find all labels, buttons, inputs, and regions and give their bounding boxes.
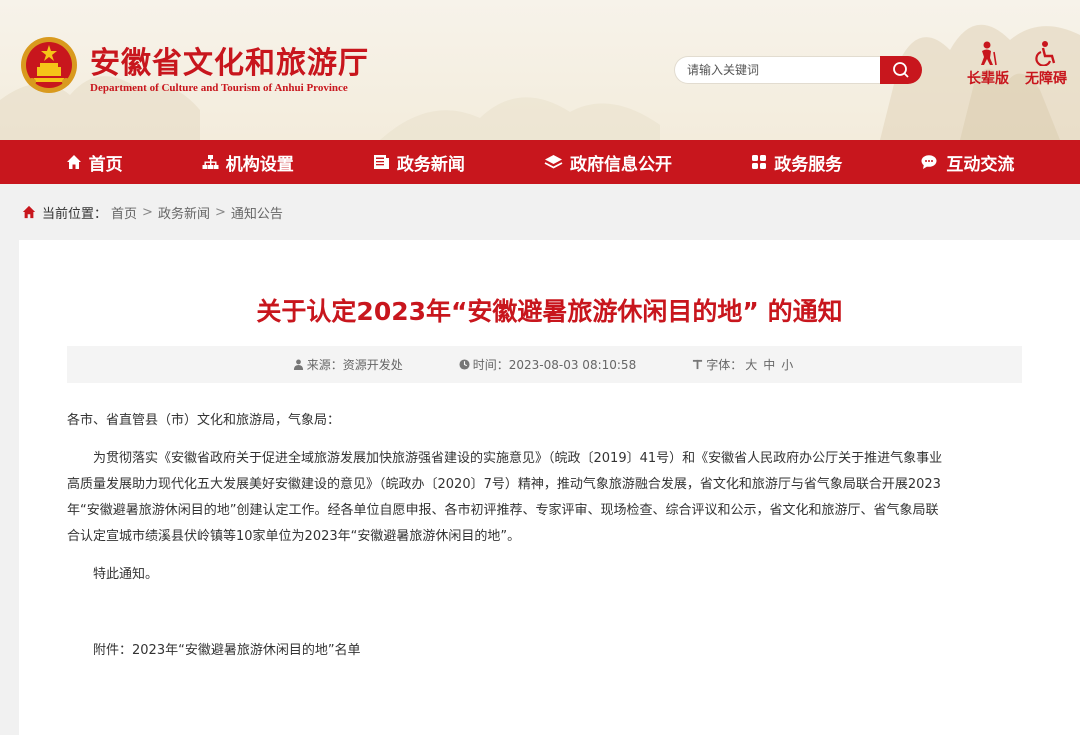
grid-icon — [752, 155, 767, 169]
main-nav: 首页 机构设置 政务新闻 政府信息公开 政务服务 互动交流 — [0, 140, 1080, 184]
body-line: 合认定宣城市绩溪县伏岭镇等10家单位为2023年“安徽避暑旅游休闲目的地”。 — [67, 529, 521, 544]
nav-label: 政务服务 — [774, 154, 843, 175]
nav-item-home[interactable]: 首页 — [66, 150, 123, 175]
home-icon — [22, 205, 36, 219]
article-body: 各市、省直管县（市）文化和旅游局，气象局： 为贯彻落实《安徽省政府关于促进全域旅… — [67, 408, 1027, 664]
meta-time: 时间：2023-08-03 08:10:58 — [459, 356, 636, 373]
breadcrumb: 当前位置： 首页 > 政务新闻 > 通知公告 — [22, 202, 283, 222]
breadcrumb-notices[interactable]: 通知公告 — [231, 203, 283, 222]
search-box — [674, 56, 922, 84]
article-card: 关于认定2023年“安徽避暑旅游休闲目的地” 的通知 来源：资源开发处 时间：2… — [19, 240, 1080, 735]
font-size-large[interactable]: 大 — [745, 356, 757, 373]
nav-item-news[interactable]: 政务新闻 — [373, 150, 465, 175]
accessibility-label: 无障碍 — [1025, 71, 1067, 87]
breadcrumb-lead: 当前位置： — [42, 206, 108, 222]
nav-item-interaction[interactable]: 互动交流 — [921, 150, 1014, 175]
closing-text: 特此通知。 — [93, 567, 159, 582]
body-line: 为贯彻落实《安徽省政府关于促进全域旅游发展加快旅游强省建设的实施意见》（皖政〔2… — [93, 451, 943, 466]
search-button[interactable] — [880, 56, 922, 84]
nav-label: 政务新闻 — [396, 154, 465, 175]
user-icon — [293, 359, 303, 370]
elder-mode-label: 长辈版 — [967, 71, 1009, 87]
layers-icon — [544, 155, 563, 169]
text-size-icon — [693, 359, 703, 370]
elder-icon — [981, 41, 997, 66]
font-size-medium[interactable]: 中 — [763, 356, 775, 373]
article-meta: 来源：资源开发处 时间：2023-08-03 08:10:58 字体： 大 中 … — [67, 346, 1022, 383]
nav-label: 互动交流 — [946, 154, 1015, 175]
national-emblem-icon — [21, 37, 77, 93]
home-icon — [66, 155, 81, 169]
org-chart-icon — [202, 155, 219, 169]
meta-font-size: 字体： 大 中 小 — [692, 356, 796, 373]
accessibility-button[interactable]: 无障碍 — [1020, 40, 1072, 88]
breadcrumb-separator: > — [142, 204, 153, 220]
nav-label: 首页 — [88, 154, 123, 175]
wheelchair-icon — [1035, 41, 1056, 66]
attachment-text[interactable]: 附件：2023年“安徽避暑旅游休闲目的地”名单 — [67, 638, 1027, 664]
nav-label: 政府信息公开 — [570, 154, 673, 175]
nav-item-org[interactable]: 机构设置 — [202, 150, 294, 175]
meta-source: 来源：资源开发处 — [293, 356, 403, 373]
nav-label: 机构设置 — [225, 154, 294, 175]
site-title: 安徽省文化和旅游厅 — [90, 46, 369, 81]
breadcrumb-home[interactable]: 首页 — [111, 203, 137, 222]
newspaper-icon — [373, 155, 389, 169]
breadcrumb-separator: > — [214, 204, 226, 220]
site-header: 安徽省文化和旅游厅 Department of Culture and Tour… — [0, 0, 1080, 140]
clock-icon — [459, 359, 470, 370]
search-icon — [893, 62, 909, 78]
search-input[interactable] — [674, 56, 884, 84]
elder-mode-button[interactable]: 长辈版 — [962, 40, 1014, 88]
meta-time-text: 时间：2023-08-03 08:10:58 — [472, 358, 637, 372]
body-line: 高质量发展助力现代化五大发展美好安徽建设的意见》（皖政办〔2020〕7号）精神，… — [67, 477, 941, 492]
site-subtitle: Department of Culture and Tourism of Anh… — [90, 82, 348, 94]
font-size-label: 字体： — [706, 358, 743, 372]
meta-source-text: 来源：资源开发处 — [306, 358, 403, 372]
breadcrumb-news[interactable]: 政务新闻 — [158, 203, 210, 222]
nav-item-services[interactable]: 政务服务 — [751, 150, 842, 175]
article-title: 关于认定2023年“安徽避暑旅游休闲目的地” 的通知 — [256, 297, 843, 326]
body-line: 年“安徽避暑旅游休闲目的地”创建认定工作。经各单位自愿申报、各市初评推荐、专家评… — [67, 503, 939, 518]
font-size-small[interactable]: 小 — [781, 356, 793, 373]
chat-icon — [921, 155, 937, 169]
salutation: 各市、省直管县（市）文化和旅游局，气象局： — [67, 413, 341, 428]
nav-item-gov-info[interactable]: 政府信息公开 — [544, 150, 672, 175]
